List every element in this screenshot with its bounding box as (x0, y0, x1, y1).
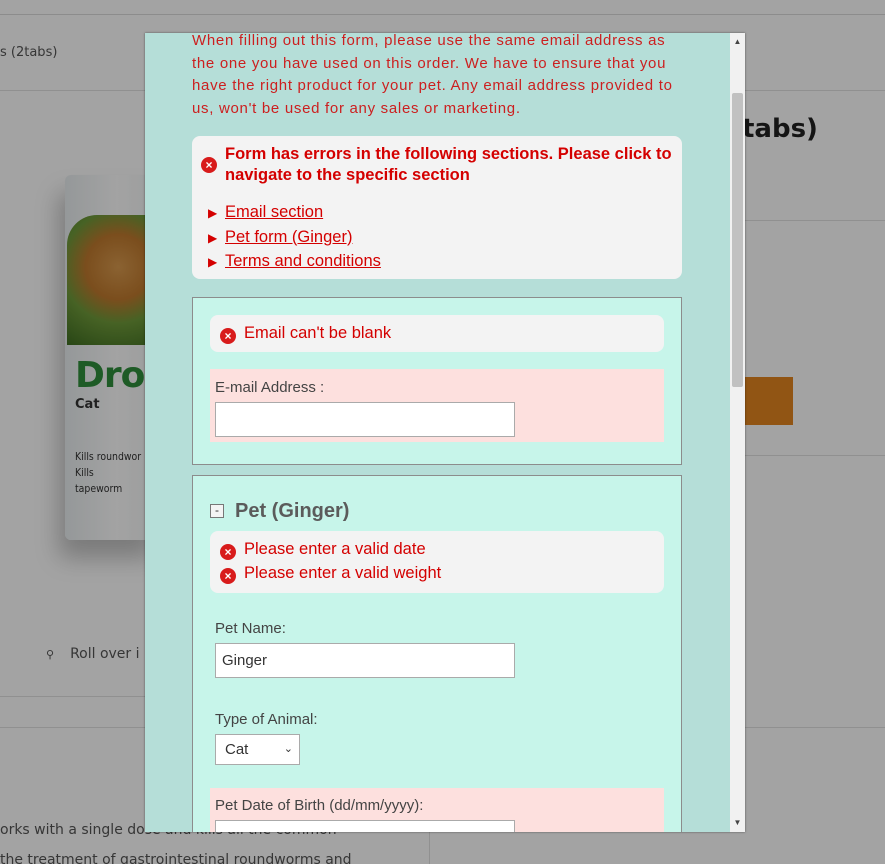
error-x-icon: × (201, 157, 217, 173)
pet-error-box: × Please enter a valid date × Please enter… (210, 531, 664, 593)
animal-type-select[interactable]: Cat ⌄ (215, 734, 300, 765)
error-x-icon: × (220, 544, 236, 560)
chevron-down-icon: ⌄ (283, 743, 293, 755)
error-x-icon: × (220, 568, 236, 584)
triangle-right-icon: ▶ (208, 255, 218, 269)
animal-type-selected: Cat (225, 741, 249, 758)
email-section: × Email can't be blank E-mail Address : (192, 297, 682, 465)
triangle-right-icon: ▶ (208, 230, 218, 245)
error-text: Email can't be blank (244, 324, 392, 342)
pet-dob-field[interactable] (215, 820, 515, 832)
error-text: Please enter a valid weight (244, 564, 442, 582)
email-notice: When filling out this form, please use t… (192, 33, 673, 117)
pet-name-label: Pet Name: (215, 620, 286, 637)
modal-content: When filling out this form, please use t… (145, 33, 730, 832)
pet-dob-label: Pet Date of Birth (dd/mm/yyyy): (215, 797, 424, 814)
pet-section: - Pet (Ginger) × Please enter a valid dat… (192, 475, 682, 832)
error-link-item: ▶ Pet form (Ginger) (208, 225, 381, 250)
error-link-item: ▶ Terms and conditions (208, 249, 381, 274)
pet-name-field[interactable] (215, 643, 515, 678)
error-summary: × Form has errors in the following secti… (192, 136, 682, 279)
terms-link[interactable]: Terms and conditions (225, 252, 381, 270)
email-error-box: × Email can't be blank (210, 315, 664, 352)
error-message: × Please enter a valid weight (220, 561, 441, 585)
pet-form-modal: When filling out this form, please use t… (145, 33, 745, 832)
email-field[interactable] (215, 402, 515, 437)
collapse-toggle-button[interactable]: - (210, 504, 224, 518)
error-message: × Email can't be blank (220, 321, 391, 345)
pet-section-title: Pet (Ginger) (235, 500, 350, 522)
animal-type-field-block: Type of Animal: Cat ⌄ (210, 704, 664, 774)
pet-form-link[interactable]: Pet form (Ginger) (225, 228, 352, 246)
error-message: × Please enter a valid date (220, 537, 426, 561)
scroll-up-icon[interactable]: ▲ (730, 35, 745, 49)
scroll-down-icon[interactable]: ▼ (730, 816, 745, 830)
animal-type-label: Type of Animal: (215, 711, 318, 728)
error-x-icon: × (220, 328, 236, 344)
triangle-right-icon: ▶ (208, 206, 218, 220)
error-link-item: ▶ Email section (208, 200, 381, 225)
scroll-thumb[interactable] (732, 93, 743, 387)
email-label: E-mail Address : (215, 379, 325, 396)
pet-name-field-block: Pet Name: (210, 614, 664, 684)
pet-dob-field-block: Pet Date of Birth (dd/mm/yyyy): (210, 788, 664, 832)
modal-scrollbar[interactable]: ▲ ▼ (730, 33, 745, 832)
email-section-link[interactable]: Email section (225, 203, 323, 221)
error-summary-title: Form has errors in the following section… (225, 145, 672, 184)
error-text: Please enter a valid date (244, 540, 426, 558)
email-field-block: E-mail Address : (210, 369, 664, 442)
error-section-links: ▶ Email section ▶ Pet form (Ginger) ▶ Terms… (208, 200, 381, 274)
